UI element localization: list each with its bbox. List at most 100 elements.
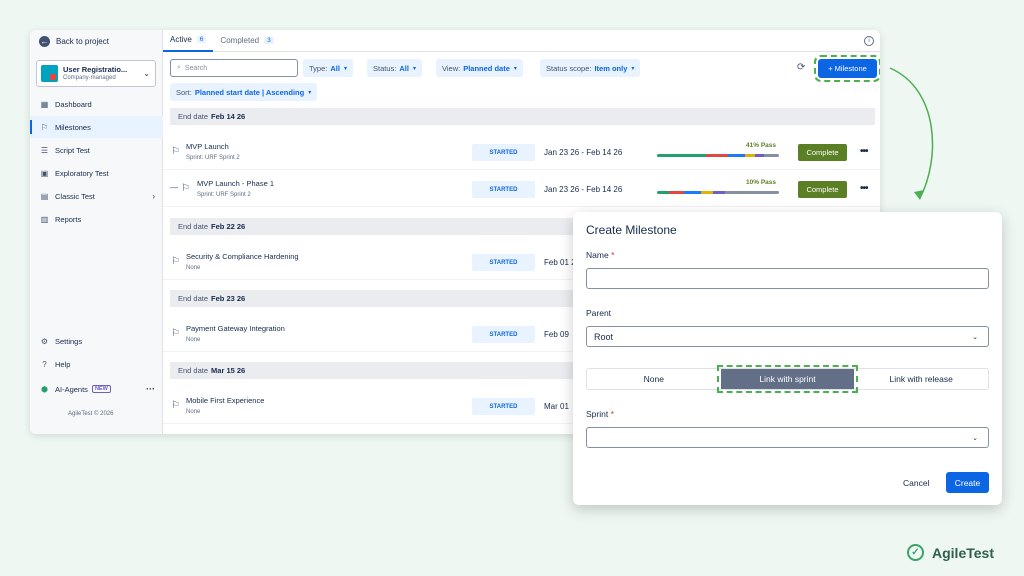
milestone-sprint: Sprint: URF Sprint 2 (197, 192, 251, 198)
sidebar-item-help[interactable]: ? Help (30, 353, 163, 375)
sidebar-item-label: AI-Agents (55, 384, 88, 394)
complete-button[interactable]: Complete (798, 181, 847, 198)
filter-value: All (399, 63, 409, 73)
group-header: End date Feb 14 26 (170, 108, 875, 125)
ai-icon: ⬢ (41, 384, 48, 394)
sprint-select[interactable]: ⌄ (586, 427, 989, 448)
search-icon: ⌕ (177, 64, 181, 71)
sprint-label: Sprint * (586, 409, 614, 419)
sidebar-item-label: Dashboard (55, 99, 92, 109)
milestone-sprint: None (186, 409, 201, 415)
filter-label: Status scope: (546, 63, 592, 73)
filter-value: All (330, 63, 340, 73)
status-badge: STARTED (472, 144, 535, 161)
more-icon[interactable]: ••• (860, 183, 868, 194)
sidebar-item-milestones[interactable]: ⚐ Milestones (30, 116, 163, 138)
collapse-icon[interactable]: — (170, 183, 178, 192)
group-date: Mar 15 26 (211, 366, 246, 375)
complete-button[interactable]: Complete (798, 144, 847, 161)
link-sprint-option[interactable]: Link with sprint (716, 365, 859, 393)
status-badge: STARTED (472, 254, 535, 271)
sort-control[interactable]: Sort: Planned start date | Ascending ▾ (170, 83, 318, 101)
add-milestone-button[interactable]: + Milestone (814, 55, 880, 82)
name-field[interactable] (586, 268, 989, 289)
type-filter[interactable]: Type: All ▾ (303, 59, 353, 77)
link-type-selector: None Link with sprint Link with release (586, 365, 989, 393)
more-icon[interactable]: ••• (860, 146, 868, 157)
dialog-title: Create Milestone (586, 223, 677, 237)
status-scope-filter[interactable]: Status scope: Item only ▾ (540, 59, 641, 77)
sidebar-item-script-test[interactable]: ☰ Script Test (30, 139, 163, 161)
name-label-text: Name (586, 250, 609, 260)
project-type: Company-managed (63, 75, 116, 81)
sidebar-item-label: Milestones (55, 122, 91, 132)
milestone-dates: Jan 23 26 - Feb 14 26 (544, 185, 623, 194)
filter-label: View: (442, 63, 461, 73)
chevron-down-icon: ⌄ (143, 69, 150, 78)
sidebar-item-reports[interactable]: ▥ Reports (30, 208, 163, 230)
sidebar-item-label: Settings (55, 336, 83, 346)
back-label: Back to project (56, 37, 109, 46)
sidebar-item-dashboard[interactable]: ▦ Dashboard (30, 93, 163, 115)
more-icon[interactable]: ··· (146, 384, 155, 394)
status-badge: STARTED (472, 181, 535, 198)
chevron-down-icon: ▾ (513, 65, 517, 72)
sidebar-item-ai-agents[interactable]: ⬢ AI-Agents NEW ··· (30, 378, 163, 400)
search-input[interactable]: ⌕ Search (170, 59, 298, 77)
sidebar-item-label: Help (55, 359, 71, 369)
flag-icon: ⚐ (171, 328, 180, 339)
tab-bar: Active 6 Completed 3 (163, 30, 880, 52)
pass-percentage: 41% Pass (746, 142, 776, 149)
table-icon: ▤ (40, 191, 49, 201)
tab-label: Active (170, 35, 192, 44)
back-to-project-link[interactable]: ← Back to project (39, 36, 109, 47)
sidebar-item-exploratory-test[interactable]: ▣ Exploratory Test (30, 162, 163, 184)
create-button[interactable]: Create (946, 472, 989, 493)
milestone-name: Security & Compliance Hardening (186, 252, 299, 261)
parent-label: Parent (586, 308, 612, 318)
group-label: End date (178, 294, 209, 303)
exploratory-icon: ▣ (40, 168, 49, 178)
sidebar: ← Back to project User Registratio... Co… (30, 30, 163, 434)
chevron-down-icon: ▾ (308, 89, 312, 96)
milestone-sprint: Sprint: URF Sprint 2 (186, 155, 240, 161)
group-date: Feb 14 26 (211, 112, 246, 121)
group-label: End date (178, 112, 209, 121)
parent-value: Root (594, 331, 614, 342)
tab-active[interactable]: Active 6 (163, 30, 214, 52)
callout-arrow (889, 67, 934, 200)
status-filter[interactable]: Status: All ▾ (367, 59, 422, 77)
sidebar-item-label: Classic Test (55, 191, 95, 201)
refresh-icon[interactable]: ⟳ (797, 62, 805, 73)
name-label: Name * (586, 250, 614, 260)
project-name: User Registratio... (63, 65, 128, 74)
brand-name: AgileTest (932, 544, 994, 561)
view-filter[interactable]: View: Planned date ▾ (436, 59, 523, 77)
parent-select[interactable]: Root ⌄ (586, 326, 989, 347)
tab-completed[interactable]: Completed 3 (213, 30, 280, 52)
group-label: End date (178, 222, 209, 231)
group-date: Feb 22 26 (211, 222, 246, 231)
script-icon: ☰ (40, 145, 49, 155)
link-none-option[interactable]: None (587, 369, 721, 389)
sidebar-item-classic-test[interactable]: ▤ Classic Test › (30, 185, 163, 207)
info-icon[interactable]: i (864, 36, 874, 46)
table-row[interactable]: — ⚐ MVP Launch - Phase 1 Sprint: URF Spr… (163, 173, 880, 207)
pass-percentage: 10% Pass (746, 179, 776, 186)
sort-label: Sort: (176, 87, 192, 97)
cancel-button[interactable]: Cancel (903, 478, 929, 488)
chevron-down-icon: ▾ (343, 65, 347, 72)
table-row[interactable]: ⚐ MVP Launch Sprint: URF Sprint 2 STARTE… (163, 136, 880, 170)
link-release-option[interactable]: Link with release (854, 369, 988, 389)
dashboard-icon: ▦ (40, 99, 49, 109)
milestone-dates: Jan 23 26 - Feb 14 26 (544, 148, 623, 157)
new-badge: NEW (91, 385, 111, 393)
flag-icon: ⚐ (40, 122, 49, 132)
sidebar-item-settings[interactable]: ⚙ Settings (30, 330, 163, 352)
project-selector[interactable]: User Registratio... Company-managed ⌄ (36, 60, 156, 87)
flag-icon: ⚐ (171, 256, 180, 267)
milestone-sprint: None (186, 337, 201, 343)
milestone-name: Mobile First Experience (186, 396, 265, 405)
check-icon: ✓ (907, 544, 924, 561)
arrow-left-icon: ← (39, 36, 50, 47)
